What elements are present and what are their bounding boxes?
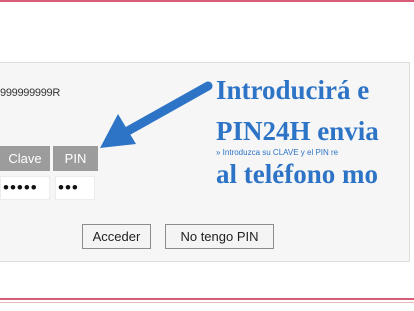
bottom-divider xyxy=(0,298,414,300)
annotation-line-3: al teléfono mo xyxy=(216,159,378,189)
annotation-small-note: » Introduzca su CLAVE y el PIN re xyxy=(216,148,339,157)
clave-input[interactable]: ••••• xyxy=(0,176,50,200)
account-number: 999999999R xyxy=(0,87,61,99)
no-pin-button[interactable]: No tengo PIN xyxy=(165,224,274,249)
top-divider xyxy=(0,0,414,2)
arrow-icon xyxy=(100,81,213,148)
pin-input[interactable]: ••• xyxy=(55,176,95,200)
annotation-line-2: PIN24H envia xyxy=(216,116,379,146)
clave-label: Clave xyxy=(0,146,50,171)
pin-label: PIN xyxy=(53,146,98,171)
bottom-divider-thin xyxy=(0,302,414,303)
annotation-line-1: Introducirá e xyxy=(216,75,370,105)
acceder-button[interactable]: Acceder xyxy=(82,224,151,249)
